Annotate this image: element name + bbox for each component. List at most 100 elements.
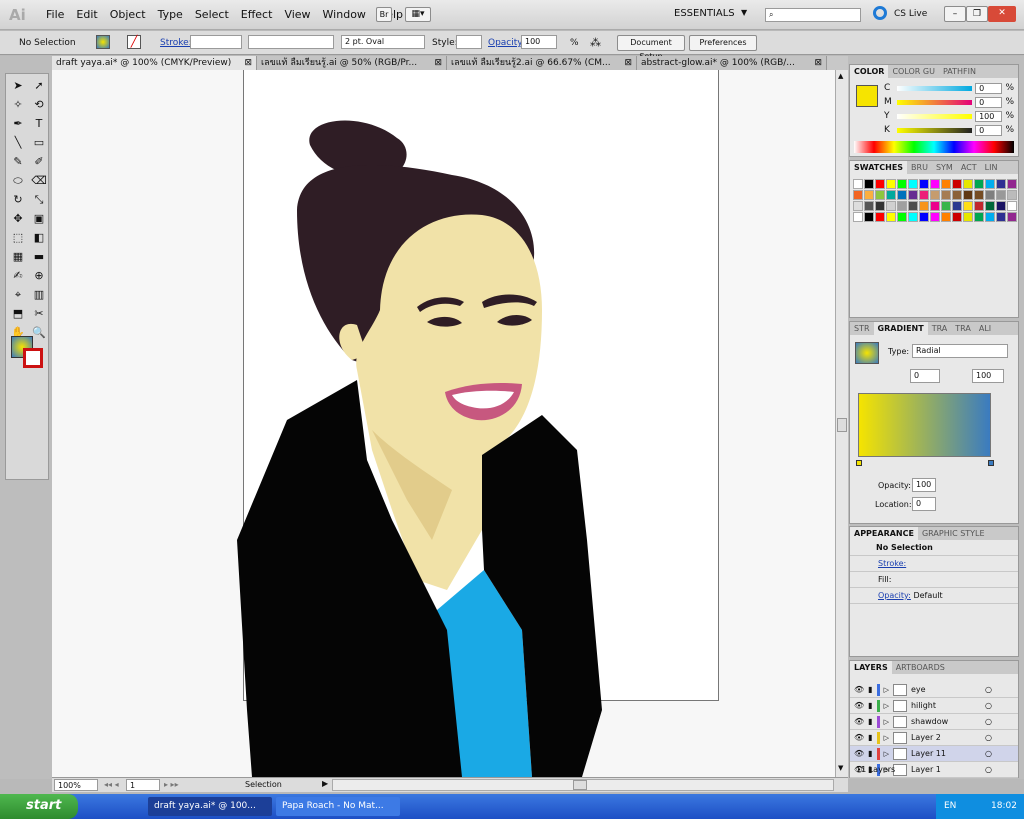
swatch[interactable] [930, 201, 940, 211]
status-tool[interactable]: Selection [245, 780, 282, 789]
search-input[interactable]: ⌕ [765, 8, 861, 22]
appearance-stroke[interactable]: Stroke: [878, 559, 906, 568]
cs-live-button[interactable]: CS Live [894, 9, 927, 19]
swatch[interactable] [919, 201, 929, 211]
taskbar-item[interactable]: draft yaya.ai* @ 100... [148, 797, 272, 816]
live-paint-tool-icon[interactable]: ⌖ [8, 287, 28, 303]
swatch[interactable] [974, 190, 984, 200]
status-menu-arrow-icon[interactable]: ▶ [322, 779, 328, 788]
channel-value[interactable]: 0 [975, 124, 1003, 136]
gradient-type-select[interactable]: Radial [912, 344, 1008, 358]
expand-triangle-icon[interactable]: ▷ [884, 698, 889, 714]
target-circle-icon[interactable]: ○ [985, 762, 992, 778]
document-tab[interactable]: เลขแท้ ลืมเรียนรู้2.ai @ 66.67% (CM... ⊠ [447, 56, 637, 70]
panel-tab[interactable]: STR [850, 322, 874, 335]
lock-icon[interactable]: ▮ [868, 730, 872, 746]
swatch[interactable] [875, 212, 885, 222]
menu-window[interactable]: Window [317, 8, 372, 21]
lock-icon[interactable]: ▮ [868, 698, 872, 714]
menu-object[interactable]: Object [104, 8, 152, 21]
eraser-tool-icon[interactable]: ⌫ [29, 173, 49, 189]
opacity-field[interactable]: 100 [521, 35, 557, 49]
mesh-tool-icon[interactable]: ▦ [8, 249, 28, 265]
pen-tool-icon[interactable]: ✒ [8, 116, 28, 132]
swatch[interactable] [864, 201, 874, 211]
swatch[interactable] [930, 212, 940, 222]
panel-tab[interactable]: LAYERS [850, 661, 892, 674]
artboard-number-field[interactable]: 1 [126, 779, 160, 791]
channel-slider[interactable] [896, 85, 973, 91]
restore-button[interactable]: ❐ [966, 6, 988, 22]
stroke-label[interactable]: Stroke: [160, 38, 192, 48]
lock-icon[interactable]: ▮ [868, 682, 872, 698]
panel-tab[interactable]: APPEARANCE [850, 527, 918, 540]
close-button[interactable]: ✕ [988, 6, 1016, 22]
panel-tab[interactable]: TRA [951, 322, 975, 335]
layer-name[interactable]: eye [911, 682, 981, 698]
magic-wand-tool-icon[interactable]: ✧ [8, 97, 28, 113]
layer-row[interactable]: 👁 ▮ ▷ shawdow ○ [850, 714, 1018, 730]
expand-triangle-icon[interactable]: ▷ [884, 682, 889, 698]
swatch[interactable] [908, 179, 918, 189]
visibility-eye-icon[interactable]: 👁 [854, 714, 864, 730]
swatch[interactable] [963, 201, 973, 211]
layer-name[interactable]: shawdow [911, 714, 981, 730]
opacity-label[interactable]: Opacity: [488, 38, 525, 48]
visibility-eye-icon[interactable]: 👁 [854, 730, 864, 746]
bridge-button[interactable]: Br [376, 7, 392, 22]
swatch[interactable] [908, 201, 918, 211]
swatch[interactable] [963, 212, 973, 222]
panel-tab[interactable]: ACT [957, 161, 981, 174]
channel-slider[interactable] [896, 113, 973, 119]
target-circle-icon[interactable]: ○ [985, 682, 992, 698]
appearance-opacity[interactable]: Opacity: [878, 591, 911, 600]
swatch[interactable] [886, 179, 896, 189]
visibility-eye-icon[interactable]: 👁 [854, 698, 864, 714]
menu-type[interactable]: Type [152, 8, 189, 21]
swatch[interactable] [996, 190, 1006, 200]
layer-name[interactable]: Layer 1 [911, 762, 981, 778]
gradient-ratio-field[interactable]: 100 [972, 369, 1004, 383]
swatch[interactable] [952, 179, 962, 189]
taskbar-item[interactable]: Papa Roach - No Mat... [276, 797, 400, 816]
layer-row[interactable]: 👁 ▮ ▷ eye ○ [850, 682, 1018, 698]
document-tab-label[interactable]: draft yaya.ai* @ 100% (CMYK/Preview) [56, 58, 231, 68]
panel-tab[interactable]: COLOR [850, 65, 889, 78]
layer-row[interactable]: 👁 ▮ ▷ Layer 11 ○ [850, 746, 1018, 762]
layer-row[interactable]: 👁 ▮ ▷ hilight ○ [850, 698, 1018, 714]
swatch[interactable] [996, 201, 1006, 211]
visibility-eye-icon[interactable]: 👁 [854, 746, 864, 762]
horizontal-scrollbar[interactable] [332, 779, 834, 791]
swatch[interactable] [864, 179, 874, 189]
document-setup-button[interactable]: Document Setup [617, 35, 685, 61]
swatch[interactable] [952, 212, 962, 222]
swatch[interactable] [963, 190, 973, 200]
swatch[interactable] [1007, 201, 1017, 211]
panel-tab[interactable]: SWATCHES [850, 161, 908, 174]
channel-value[interactable]: 0 [975, 82, 1003, 94]
swatch[interactable] [897, 212, 907, 222]
menu-edit[interactable]: Edit [70, 8, 103, 21]
panel-tab[interactable]: LIN [981, 161, 1002, 174]
free-transform-tool-icon[interactable]: ▣ [29, 211, 49, 227]
close-tab-icon[interactable]: ⊠ [244, 56, 252, 70]
layer-row[interactable]: 👁 ▮ ▷ Layer 2 ○ [850, 730, 1018, 746]
swatch[interactable] [952, 190, 962, 200]
layer-name[interactable]: hilight [911, 698, 981, 714]
swatch[interactable] [853, 179, 863, 189]
swatch[interactable] [974, 201, 984, 211]
expand-triangle-icon[interactable]: ▷ [884, 730, 889, 746]
swatch[interactable] [853, 201, 863, 211]
gradient-stop-end[interactable] [988, 460, 994, 466]
menu-view[interactable]: View [278, 8, 316, 21]
type-tool-icon[interactable]: T [29, 116, 49, 132]
blob-brush-tool-icon[interactable]: ⬭ [8, 173, 28, 189]
panel-tab[interactable]: TRA [928, 322, 952, 335]
lock-icon[interactable]: ▮ [868, 746, 872, 762]
close-tab-icon[interactable]: ⊠ [434, 56, 442, 70]
expand-triangle-icon[interactable]: ▷ [884, 714, 889, 730]
scroll-down-arrow-icon[interactable]: ▼ [838, 764, 843, 772]
fill-stroke-widget[interactable] [11, 336, 45, 370]
arrange-documents-button[interactable]: ▦▾ [405, 7, 431, 22]
panel-tab[interactable]: GRAPHIC STYLE [918, 527, 989, 540]
